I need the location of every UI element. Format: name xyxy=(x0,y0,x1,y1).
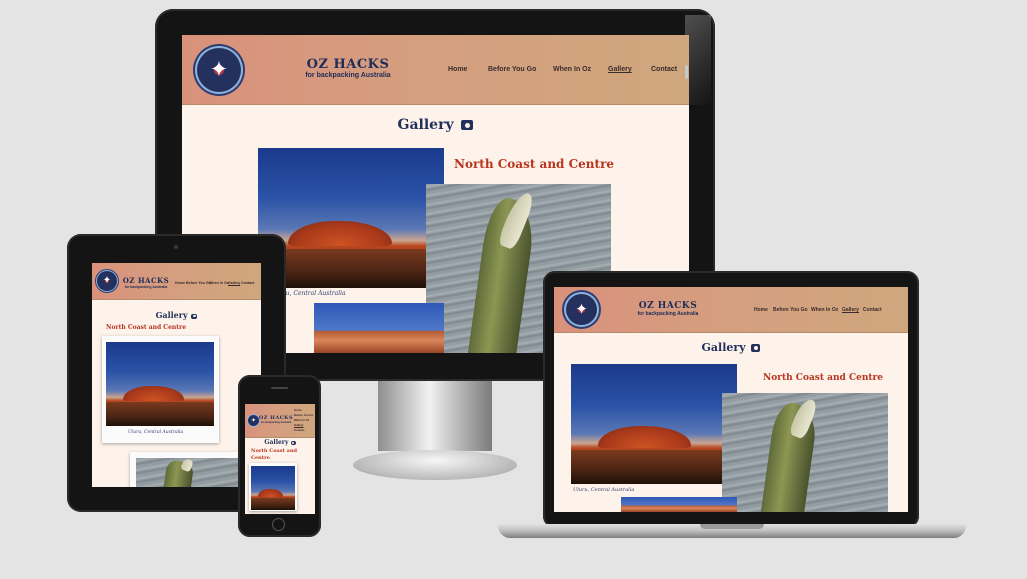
page-heading: Gallery xyxy=(554,341,908,354)
page-heading-text: Gallery xyxy=(155,310,188,320)
tablet-camera xyxy=(174,245,178,249)
nav-gallery[interactable]: Gallery xyxy=(608,66,651,73)
nav-before-you-go[interactable]: Before You Go xyxy=(773,307,811,313)
main-nav: Home Before You Go When In Oz Gallery Co… xyxy=(448,66,681,73)
nav-home[interactable]: Home xyxy=(754,307,773,313)
page-heading: Gallery xyxy=(92,310,261,320)
compass-rose-icon[interactable]: ✦ xyxy=(197,48,241,92)
camera-icon xyxy=(461,120,474,130)
site-title: OZ HACKS xyxy=(122,276,170,285)
photo-rocks[interactable] xyxy=(621,497,737,512)
page-heading-text: Gallery xyxy=(701,341,746,354)
section-heading: North Coast and Centre xyxy=(763,373,884,383)
laptop-screen: ✦ OZ HACKS for backpacking Australia Hom… xyxy=(554,287,908,512)
photo-uluru[interactable] xyxy=(251,466,295,510)
monitor-stand xyxy=(378,381,492,451)
site-header: ✦ OZ HACKS for backpacking Australia Hom… xyxy=(182,35,689,105)
nav-contact[interactable]: Contact xyxy=(294,428,313,433)
photo-uluru[interactable] xyxy=(106,342,214,426)
site-subtitle: for backpacking Australia xyxy=(305,72,391,79)
tablet-screen: ✦ OZ HACKS for backpacking Australia Hom… xyxy=(92,263,261,487)
site-brand[interactable]: OZ HACKS for backpacking Australia xyxy=(300,57,396,79)
section-heading: North Coast and Centre xyxy=(106,324,187,331)
site-title: OZ HACKS xyxy=(638,301,698,311)
nav-home[interactable]: Home xyxy=(448,66,488,73)
camera-icon xyxy=(290,440,296,445)
page-heading: Gallery xyxy=(182,117,689,133)
compass-rose-icon[interactable]: ✦ xyxy=(97,271,117,291)
phone-home-button[interactable] xyxy=(272,518,285,531)
photo-uluru[interactable] xyxy=(571,364,737,484)
site-subtitle: for backpacking Australia xyxy=(637,311,699,317)
nav-before-you-go[interactable]: Before You Go xyxy=(186,281,211,285)
scrollbar[interactable] xyxy=(685,65,688,79)
nav-gallery[interactable]: Gallery xyxy=(842,307,863,313)
nav-contact[interactable]: Contact xyxy=(241,281,254,285)
main-nav: Home Before You Go When In Oz Gallery Co… xyxy=(294,408,313,433)
tablet-header: ✦ OZ HACKS for backpacking Australia Hom… xyxy=(92,263,261,300)
page-heading-text: Gallery xyxy=(397,117,454,133)
main-nav: Home Before You Go When In Oz Gallery Co… xyxy=(754,307,883,313)
site-subtitle: for backpacking Australia xyxy=(124,285,168,289)
photo-crocodile[interactable] xyxy=(136,458,240,487)
nav-when-in-oz[interactable]: When In Oz xyxy=(811,307,842,313)
page-heading-text: Gallery xyxy=(264,439,289,446)
site-title: OZ HACKS xyxy=(306,57,390,72)
phone-header: ✦ OZ HACKS for backpacking Australia Hom… xyxy=(245,404,315,438)
photo-crocodile[interactable] xyxy=(722,393,888,512)
camera-icon xyxy=(751,344,761,352)
camera-icon xyxy=(191,313,198,319)
site-subtitle: for backpacking Australia xyxy=(260,421,292,424)
photo-caption: Uluru, Central Australia xyxy=(573,487,635,493)
monitor-base xyxy=(353,450,517,480)
site-brand[interactable]: OZ HACKS for backpacking Australia xyxy=(635,301,701,317)
site-brand[interactable]: OZ HACKS for backpacking Australia xyxy=(258,415,294,424)
section-heading-line2: Centre xyxy=(251,455,270,461)
main-nav: Home Before You Go When In Oz Gallery Co… xyxy=(175,281,254,285)
photo-caption: Uluru, Central Australia xyxy=(128,430,184,435)
page-heading: Gallery xyxy=(245,439,315,446)
laptop-header: ✦ OZ HACKS for backpacking Australia Hom… xyxy=(554,287,908,333)
compass-rose-icon[interactable]: ✦ xyxy=(566,294,597,325)
phone-speaker xyxy=(271,387,288,389)
nav-contact[interactable]: Contact xyxy=(651,66,681,73)
laptop-notch xyxy=(700,524,764,529)
nav-home[interactable]: Home xyxy=(175,281,186,285)
nav-when-in-oz[interactable]: When In Oz xyxy=(553,66,608,73)
section-heading: North Coast and Centre xyxy=(454,157,615,171)
site-brand[interactable]: OZ HACKS for backpacking Australia xyxy=(122,276,170,289)
nav-contact[interactable]: Contact xyxy=(863,307,883,313)
nav-when-in-oz[interactable]: When In Oz xyxy=(209,281,229,285)
section-heading-line1: North Coast and xyxy=(251,448,298,454)
nav-gallery[interactable]: Gallery xyxy=(228,281,241,285)
nav-before-you-go[interactable]: Before You Go xyxy=(488,66,553,73)
photo-rocks[interactable] xyxy=(314,303,444,353)
phone-screen: ✦ OZ HACKS for backpacking Australia Hom… xyxy=(245,404,315,514)
